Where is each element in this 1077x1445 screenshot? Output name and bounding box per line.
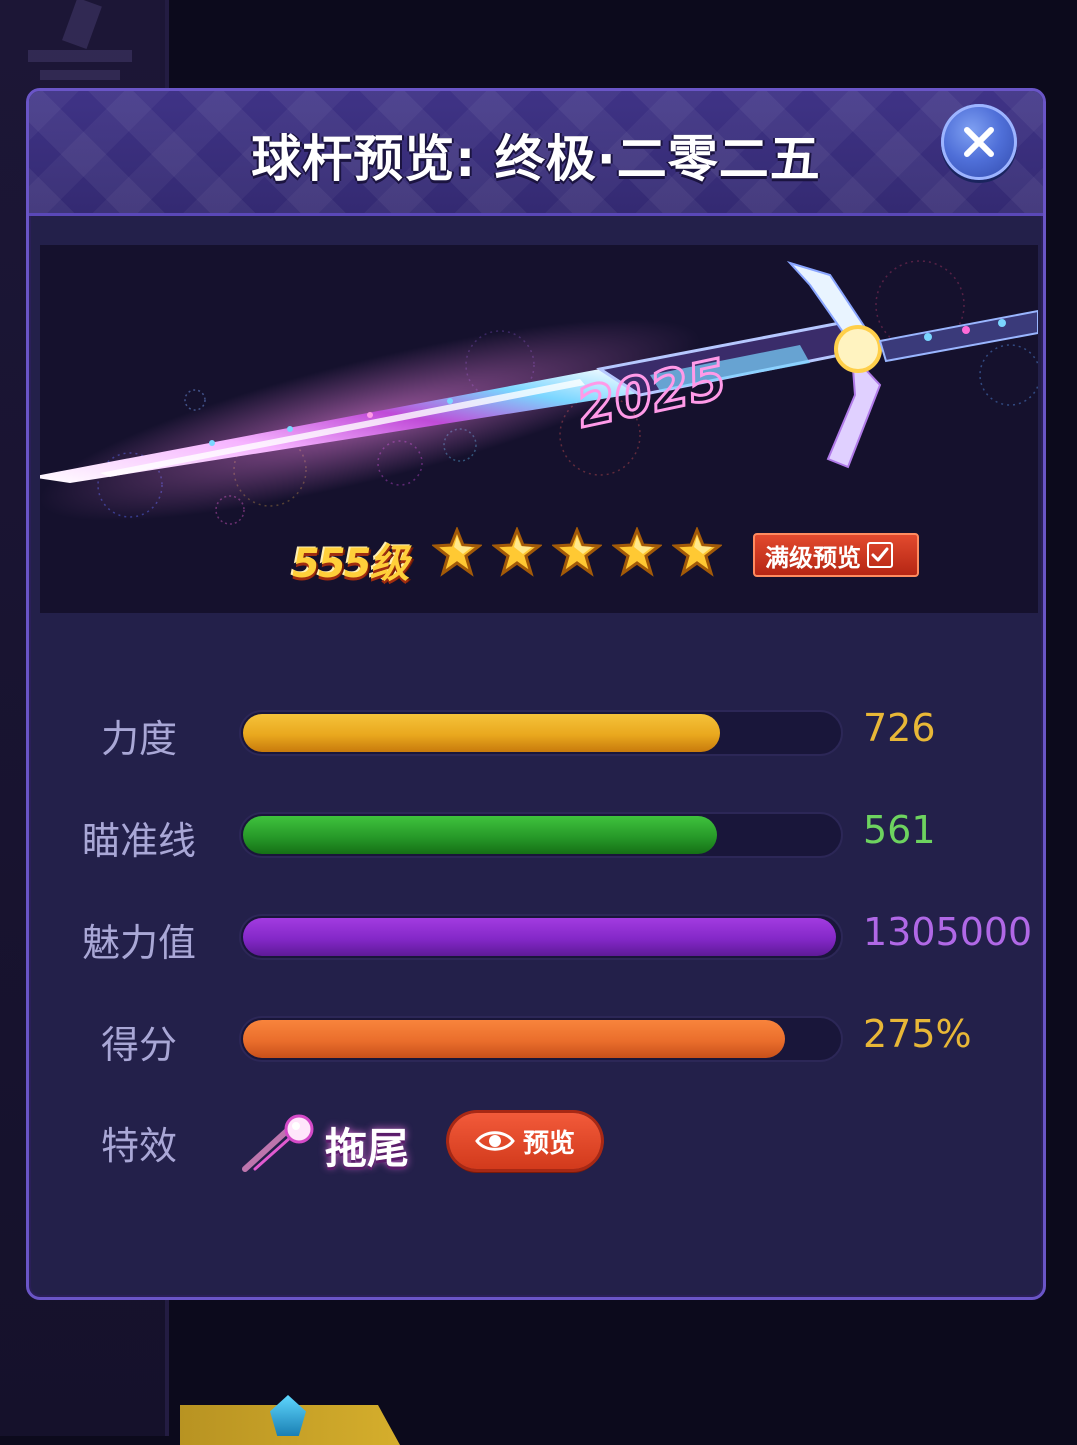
star-icon xyxy=(492,527,542,577)
stat-label: 得分 xyxy=(100,1023,177,1067)
star-icon xyxy=(612,527,662,577)
stat-label: 魅力值 xyxy=(81,921,196,965)
stat-bar-fill xyxy=(243,816,717,854)
stat-row-aim-line: 瞄准线 561 xyxy=(29,804,1043,864)
background-gem-icon xyxy=(270,1395,306,1436)
close-button[interactable] xyxy=(941,104,1017,180)
stat-label: 力度 xyxy=(100,717,177,761)
effect-preview-label: 预览 xyxy=(522,1128,575,1159)
star-icon xyxy=(432,527,482,577)
dialog-title: 球杆预览: 终极·二零二五 xyxy=(251,130,821,188)
effect-label: 特效 xyxy=(100,1124,177,1168)
max-level-checkbox[interactable] xyxy=(867,542,893,568)
cue-preview-dialog: 球杆预览: 终极·二零二五 2025 555级 满级预览 力度 726 瞄准线 … xyxy=(26,88,1046,1300)
background-hammer-icon xyxy=(28,0,132,80)
rank-badge: 555级 xyxy=(292,541,409,587)
stat-bar-fill xyxy=(243,918,836,956)
stat-value: 726 xyxy=(863,706,936,750)
stat-bar-track xyxy=(239,710,843,756)
stat-bar-fill xyxy=(243,714,720,752)
star-rating xyxy=(432,527,722,577)
effect-name: 拖尾 xyxy=(325,1124,410,1173)
effect-row: 特效 拖尾 预览 xyxy=(29,1109,1043,1179)
stat-value: 1305000 xyxy=(863,910,1033,954)
max-level-preview-label: 满级预览 xyxy=(765,543,861,572)
effect-preview-button[interactable]: 预览 xyxy=(449,1113,601,1169)
stat-bar-fill xyxy=(243,1020,785,1058)
check-icon xyxy=(871,547,889,562)
stat-bar-track xyxy=(239,1016,843,1062)
stat-bar-track xyxy=(239,812,843,858)
close-icon xyxy=(964,127,994,157)
star-icon xyxy=(552,527,602,577)
max-level-preview-toggle[interactable]: 满级预览 xyxy=(753,533,919,577)
cue-preview-panel: 2025 555级 满级预览 xyxy=(40,245,1038,613)
star-icon xyxy=(672,527,722,577)
stat-bar-track xyxy=(239,914,843,960)
stat-value: 561 xyxy=(863,808,936,852)
trail-comet-icon xyxy=(242,1114,314,1172)
stat-value: 275% xyxy=(863,1012,972,1056)
stat-label: 瞄准线 xyxy=(81,819,196,863)
dialog-header: 球杆预览: 终极·二零二五 xyxy=(29,91,1043,216)
stat-row-score: 得分 275% xyxy=(29,1008,1043,1068)
stat-row-power: 力度 726 xyxy=(29,702,1043,762)
eye-icon xyxy=(475,1131,515,1151)
stat-row-charm: 魅力值 1305000 xyxy=(29,906,1043,966)
